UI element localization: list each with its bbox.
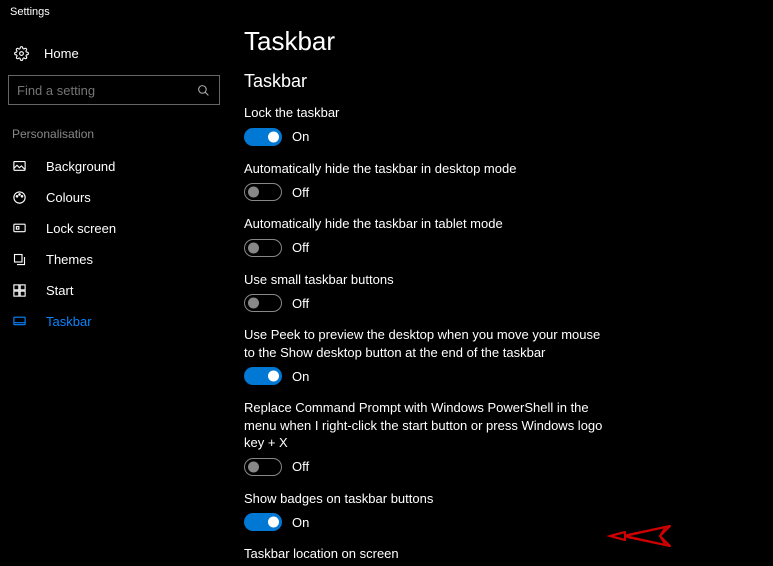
setting-label: Use Peek to preview the desktop when you… [244, 326, 604, 361]
toggle-lock-taskbar[interactable] [244, 128, 282, 146]
toggle-state: On [292, 369, 309, 384]
setting-label: Lock the taskbar [244, 104, 604, 122]
toggle-hide-desktop[interactable] [244, 183, 282, 201]
toggle-badges[interactable] [244, 513, 282, 531]
sidebar-item-background[interactable]: Background [0, 151, 228, 182]
toggle-state: Off [292, 459, 309, 474]
setting-peek: Use Peek to preview the desktop when you… [244, 326, 604, 385]
taskbar-icon [12, 314, 30, 329]
palette-icon [12, 190, 30, 205]
sidebar-item-label: Taskbar [46, 314, 92, 329]
setting-label: Replace Command Prompt with Windows Powe… [244, 399, 604, 452]
sidebar-item-label: Themes [46, 252, 93, 267]
window-title: Settings [0, 0, 773, 22]
sidebar: Home Personalisation Background Colours [0, 22, 228, 566]
sidebar-item-label: Lock screen [46, 221, 116, 236]
toggle-state: On [292, 129, 309, 144]
themes-icon [12, 252, 30, 267]
sidebar-item-label: Colours [46, 190, 91, 205]
setting-label: Automatically hide the taskbar in tablet… [244, 215, 604, 233]
search-input[interactable] [8, 75, 220, 105]
setting-label: Use small taskbar buttons [244, 271, 604, 289]
toggle-small-buttons[interactable] [244, 294, 282, 312]
setting-powershell: Replace Command Prompt with Windows Powe… [244, 399, 604, 476]
setting-hide-desktop: Automatically hide the taskbar in deskto… [244, 160, 604, 202]
image-icon [12, 159, 30, 174]
home-label: Home [44, 46, 79, 61]
main-content: Taskbar Taskbar Lock the taskbar On Auto… [228, 22, 773, 566]
sidebar-item-label: Background [46, 159, 115, 174]
setting-label: Taskbar location on screen [244, 545, 604, 563]
group-label: Personalisation [0, 123, 228, 151]
toggle-state: On [292, 515, 309, 530]
toggle-peek[interactable] [244, 367, 282, 385]
setting-location: Taskbar location on screen Bottom [244, 545, 604, 566]
toggle-powershell[interactable] [244, 458, 282, 476]
setting-hide-tablet: Automatically hide the taskbar in tablet… [244, 215, 604, 257]
toggle-state: Off [292, 185, 309, 200]
sidebar-item-lockscreen[interactable]: Lock screen [0, 213, 228, 244]
page-title: Taskbar [244, 26, 773, 57]
setting-label: Automatically hide the taskbar in deskto… [244, 160, 604, 178]
sidebar-item-taskbar[interactable]: Taskbar [0, 306, 228, 337]
toggle-state: Off [292, 240, 309, 255]
lockscreen-icon [12, 221, 30, 236]
section-title: Taskbar [244, 71, 773, 92]
sidebar-item-colours[interactable]: Colours [0, 182, 228, 213]
search-field[interactable] [17, 83, 195, 98]
sidebar-item-themes[interactable]: Themes [0, 244, 228, 275]
setting-small-buttons: Use small taskbar buttons Off [244, 271, 604, 313]
home-button[interactable]: Home [0, 40, 228, 75]
start-icon [12, 283, 30, 298]
toggle-state: Off [292, 296, 309, 311]
sidebar-item-label: Start [46, 283, 73, 298]
setting-label: Show badges on taskbar buttons [244, 490, 604, 508]
gear-icon [12, 46, 30, 61]
sidebar-item-start[interactable]: Start [0, 275, 228, 306]
search-icon [195, 84, 211, 97]
toggle-hide-tablet[interactable] [244, 239, 282, 257]
setting-lock-taskbar: Lock the taskbar On [244, 104, 604, 146]
setting-badges: Show badges on taskbar buttons On [244, 490, 604, 532]
